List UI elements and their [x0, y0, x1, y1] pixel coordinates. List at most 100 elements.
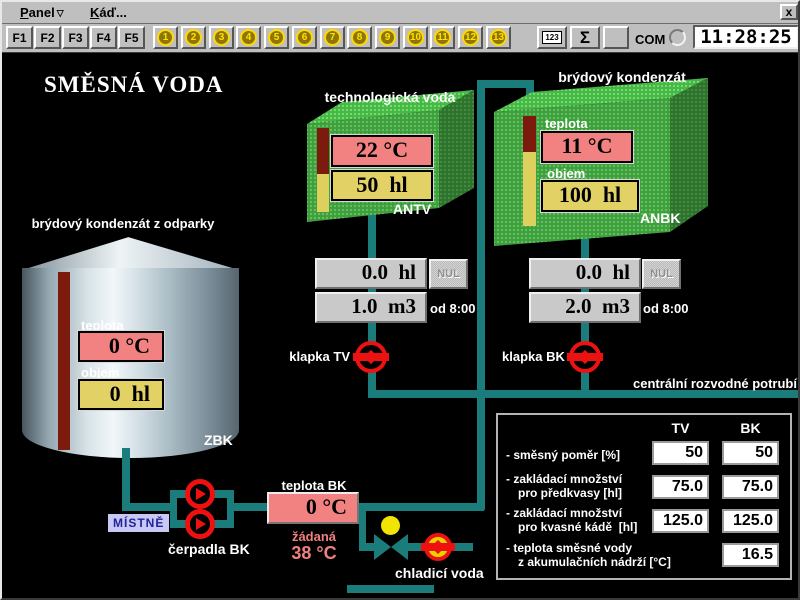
tank-button-1[interactable]: 1	[153, 26, 178, 49]
tank-11-icon: 11	[434, 29, 451, 46]
tank-zbk	[22, 268, 239, 458]
row-ratio-label: - směsný poměr [%]	[506, 448, 620, 462]
tank-button-10[interactable]: 10	[403, 26, 428, 49]
anbk-code: ANBK	[640, 210, 680, 226]
antv-title: technologická voda	[302, 89, 478, 105]
valve-bk-label: klapka BK	[502, 349, 564, 364]
kvasne-tv-value[interactable]: 125.0	[652, 509, 709, 533]
meter-bk-flow: 0.0 hl	[529, 258, 641, 289]
table-col-tv: TV	[652, 420, 709, 436]
calc-icon: 123	[542, 31, 561, 44]
tank-4-icon: 4	[240, 29, 257, 46]
row-predkvas-label-1: - zakládací množství	[506, 472, 622, 486]
tank-zbk-cone	[22, 235, 239, 270]
valve-bk-icon[interactable]	[567, 339, 603, 375]
tank-button-2[interactable]: 2	[181, 26, 206, 49]
tank-button-9[interactable]: 9	[375, 26, 400, 49]
pipe-cooling-supply	[347, 585, 434, 593]
tank-button-3[interactable]: 3	[209, 26, 234, 49]
temp-bk-display: 0 °C	[267, 492, 359, 524]
local-mode-badge: MÍSTNĚ	[108, 514, 169, 532]
page-title: SMĚSNÁ VODA	[44, 72, 223, 98]
anbk-level-lower	[523, 152, 536, 226]
table-col-bk: BK	[722, 420, 779, 436]
ratio-bk-value[interactable]: 50	[722, 441, 779, 465]
menu-bar: Panel▽ Káď... x	[2, 2, 798, 24]
sum-button[interactable]: Σ	[570, 26, 600, 49]
pipe-zbk-out-vert	[122, 448, 130, 511]
valve-tv-icon[interactable]	[353, 339, 389, 375]
meter-tv-reset-button[interactable]: NUL	[429, 259, 468, 289]
anbk-volume-label: objem	[547, 166, 585, 181]
close-button[interactable]: x	[780, 4, 798, 20]
pipe-zbk-out-horiz	[122, 503, 174, 511]
tank-button-8[interactable]: 8	[347, 26, 372, 49]
actuator-icon	[381, 516, 400, 535]
tank-5-icon: 5	[268, 29, 285, 46]
pumps-label: čerpadla BK	[168, 541, 250, 557]
zbk-volume-label: objem	[81, 365, 119, 380]
clock: 11:28:25	[693, 25, 799, 49]
anbk-volume-display: 100 hl	[541, 180, 639, 212]
meter-tv-total: 1.0 m3	[315, 292, 427, 323]
tank-button-7[interactable]: 7	[320, 26, 345, 49]
predkvas-tv-value[interactable]: 75.0	[652, 475, 709, 499]
f1-button[interactable]: F1	[6, 26, 33, 49]
ratio-tv-value[interactable]: 50	[652, 441, 709, 465]
row-mixtemp-label-2: z akumulačních nádrží [°C]	[518, 555, 671, 569]
f3-button[interactable]: F3	[62, 26, 89, 49]
temp-bk-label: teplota BK	[269, 478, 359, 493]
pipe-pump-exit	[234, 503, 269, 511]
com-indicator-light	[669, 29, 686, 46]
menu-kad-label: K	[90, 5, 99, 20]
tank-button-4[interactable]: 4	[236, 26, 261, 49]
blank-button[interactable]	[603, 26, 629, 49]
tank-2-icon: 2	[185, 29, 202, 46]
tank-3-icon: 3	[213, 29, 230, 46]
tank-button-13[interactable]: 13	[486, 26, 511, 49]
zbk-temp-display: 0 °C	[78, 331, 164, 362]
meter-bk-total: 2.0 m3	[529, 292, 641, 323]
menu-dropdown-icon: ▽	[57, 8, 64, 18]
cooling-butterfly-valve-icon[interactable]	[374, 516, 409, 560]
tank-6-icon: 6	[296, 29, 313, 46]
tank-8-icon: 8	[351, 29, 368, 46]
tank-7-icon: 7	[324, 29, 341, 46]
antv-level-upper	[317, 128, 329, 174]
pipe-riser	[477, 80, 485, 510]
menu-panel[interactable]: Panel▽	[20, 5, 64, 20]
pump-bk-2-icon[interactable]	[185, 509, 215, 539]
row-predkvas-label-2: pro předkvasy [hl]	[518, 486, 622, 500]
pipe-cooling-1	[359, 543, 375, 551]
predkvas-bk-value[interactable]: 75.0	[722, 475, 779, 499]
f2-button[interactable]: F2	[34, 26, 61, 49]
tank-button-5[interactable]: 5	[264, 26, 289, 49]
close-icon: x	[786, 5, 793, 19]
tank-button-12[interactable]: 12	[458, 26, 483, 49]
setpoint-table: TV BK - směsný poměr [%] 50 50 - zakláda…	[496, 413, 792, 580]
antv-code: ANTV	[393, 201, 431, 217]
tank-1-icon: 1	[157, 29, 174, 46]
meter-bk-reset-button[interactable]: NUL	[642, 259, 681, 289]
antv-temp-display: 22 °C	[331, 135, 433, 167]
antv-volume-display: 50 hl	[331, 170, 433, 201]
mixtemp-bk-value[interactable]: 16.5	[722, 543, 779, 567]
anbk-title: brýdový kondenzát	[542, 69, 702, 85]
anbk-level-upper	[523, 116, 536, 152]
f5-button[interactable]: F5	[118, 26, 145, 49]
com-label: COM	[635, 32, 665, 47]
f4-button[interactable]: F4	[90, 26, 117, 49]
pump-bk-1-icon[interactable]	[185, 479, 215, 509]
numeric-panel-button[interactable]: 123	[537, 26, 567, 49]
menu-kad[interactable]: Káď...	[90, 5, 127, 20]
toolbar: F1 F2 F3 F4 F5 1 2 3 4 5 6 7 8 9 10 11 1…	[2, 24, 798, 53]
zbk-level-indicator	[58, 272, 70, 450]
row-kvasne-label-1: - zakládací množství	[506, 506, 622, 520]
cooling-valve-icon[interactable]	[421, 530, 455, 564]
kvasne-bk-value[interactable]: 125.0	[722, 509, 779, 533]
tank-button-6[interactable]: 6	[292, 26, 317, 49]
pipe-pump-manifold-right	[227, 490, 234, 528]
tank-button-11[interactable]: 11	[430, 26, 455, 49]
pipe-tempbk-to-riser	[357, 503, 484, 511]
meter-bk-since: od 8:00	[643, 301, 689, 316]
